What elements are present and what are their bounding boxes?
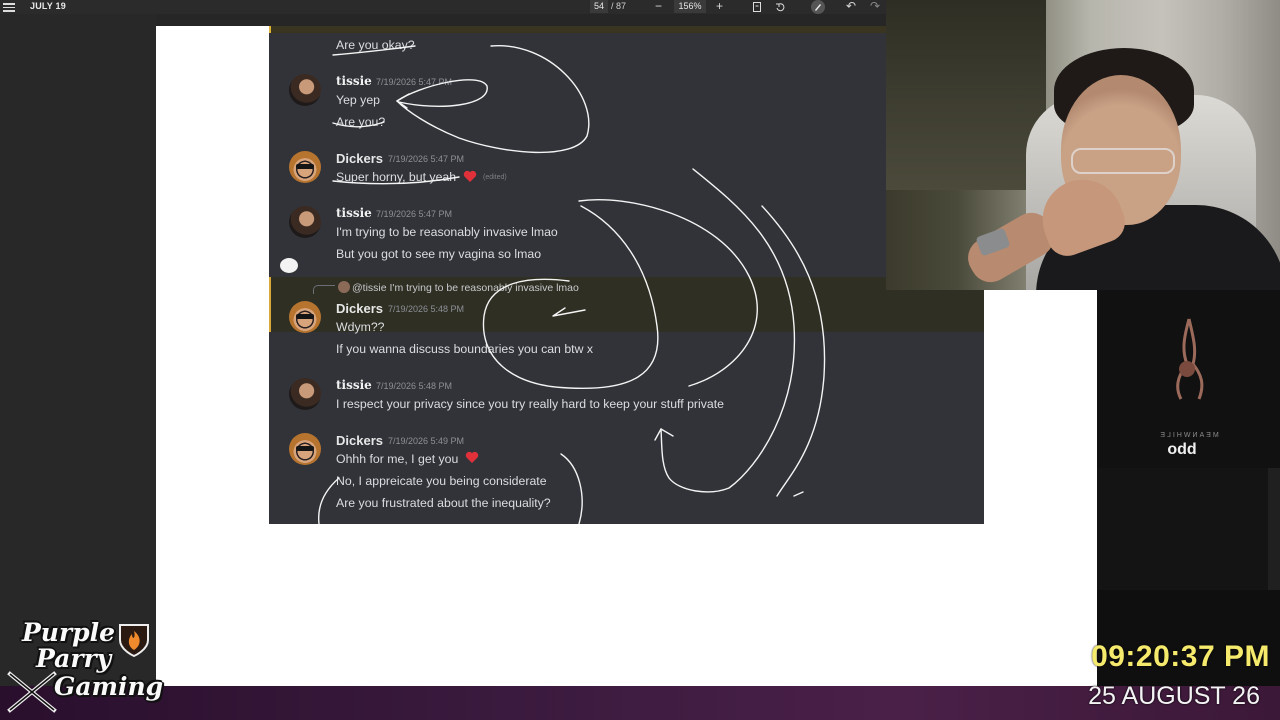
stream-clock-date: 25 AUGUST 26: [1088, 682, 1260, 710]
screen: { "viewer": { "title": "JULY 19", "page_…: [0, 0, 1280, 720]
menu-icon[interactable]: [3, 1, 15, 14]
album-art: MEANWHILE odd: [1097, 290, 1280, 468]
pen-annotations: [317, 45, 826, 524]
logo-line-3: Gaming: [54, 672, 164, 701]
chat-screenshot: Are you okay? tissie 7/19/2026 5:47 PM Y…: [269, 26, 984, 524]
rotate-icon[interactable]: [774, 1, 786, 13]
stream-clock-time: 09:20:37 PM: [1091, 640, 1270, 673]
zoom-in-button[interactable]: +: [716, 0, 723, 13]
zoom-level[interactable]: 156%: [674, 0, 706, 13]
webcam-feed: [886, 0, 1280, 290]
flaming-shield-icon: [119, 624, 149, 658]
page-total: / 87: [611, 1, 627, 11]
document-title: JULY 19: [30, 1, 66, 11]
crossed-swords-icon: [7, 671, 57, 713]
pdf-toolbar: JULY 19 54 / 87 − 156% + ↶ ↷: [0, 0, 886, 14]
redo-button[interactable]: ↷: [870, 0, 880, 13]
hands-artwork-icon: [1176, 318, 1204, 400]
zoom-out-button[interactable]: −: [655, 0, 662, 13]
channel-logo: Purple Parry Gaming: [0, 616, 170, 716]
page-number-input[interactable]: 54: [590, 0, 608, 13]
fit-page-icon[interactable]: [751, 1, 763, 13]
logo-line-1: Purple: [22, 618, 116, 647]
sidebar-panel: [0, 14, 156, 686]
album-subtitle: MEANWHILE: [1158, 432, 1219, 439]
music-player-area: [1097, 468, 1280, 590]
album-title: odd: [1167, 441, 1197, 458]
draw-pen-icon[interactable]: [810, 0, 826, 14]
undo-button[interactable]: ↶: [846, 0, 856, 13]
